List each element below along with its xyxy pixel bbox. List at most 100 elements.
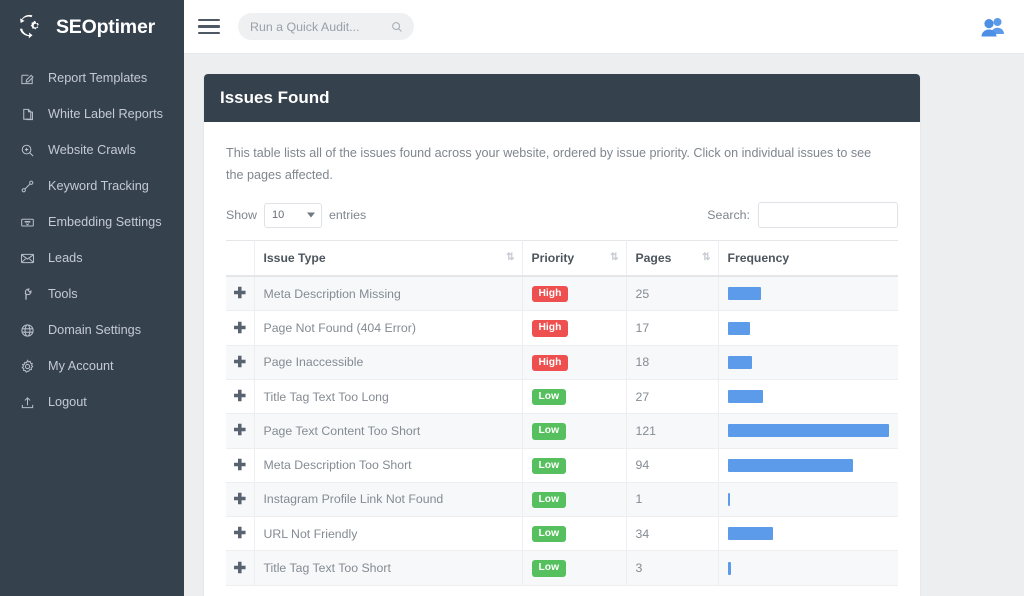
cell-pages: 27 (626, 379, 718, 413)
trend-line-icon (18, 177, 36, 195)
status-badge: Low (532, 560, 567, 576)
sidebar-item-domain-settings[interactable]: Domain Settings (0, 312, 184, 348)
topbar (184, 0, 1024, 54)
card-body: This table lists all of the issues found… (204, 122, 920, 596)
cell-frequency (718, 482, 898, 516)
expand-row-button[interactable]: ✚ (226, 345, 254, 379)
cell-pages: 1 (626, 482, 718, 516)
cell-frequency (718, 311, 898, 345)
table-head: Issue Type ⇅ Priority ⇅ Pages ⇅ (226, 241, 898, 277)
cell-priority: High (522, 311, 626, 345)
page-size-select[interactable]: 102550100 (265, 204, 321, 227)
table-row[interactable]: ✚Meta Description Too ShortLow94 (226, 448, 898, 482)
sidebar-item-embedding-settings[interactable]: Embedding Settings (0, 204, 184, 240)
show-label: Show (226, 208, 257, 222)
sidebar-item-report-templates[interactable]: Report Templates (0, 60, 184, 96)
cell-pages: 25 (626, 276, 718, 311)
cell-frequency (718, 517, 898, 551)
frequency-bar (728, 287, 762, 300)
frequency-bar (728, 356, 752, 369)
sidebar-item-label: My Account (48, 359, 114, 373)
sidebar-item-website-crawls[interactable]: Website Crawls (0, 132, 184, 168)
table-row[interactable]: ✚Meta Description Missing High 25 (226, 276, 898, 311)
status-badge: Low (532, 458, 567, 474)
sidebar-item-tools[interactable]: Tools (0, 276, 184, 312)
cell-pages: 94 (626, 448, 718, 482)
column-label: Priority (532, 251, 575, 265)
plus-icon: ✚ (233, 560, 246, 577)
expand-row-button[interactable]: ✚ (226, 311, 254, 345)
cell-issue-type: Page Not Found (404 Error) (254, 311, 522, 345)
table-row[interactable]: ✚Title Tag Text Too Long Low 27 (226, 379, 898, 413)
column-header-issue-type[interactable]: Issue Type ⇅ (254, 241, 522, 277)
people-icon[interactable] (980, 16, 1006, 38)
cell-priority: Low (522, 517, 626, 551)
edit-document-icon (18, 69, 36, 87)
brand-logo-block[interactable]: SEOptimer (0, 0, 184, 54)
sidebar-item-leads[interactable]: Leads (0, 240, 184, 276)
expand-row-button[interactable]: ✚ (226, 551, 254, 585)
table-row[interactable]: ✚URL Not FriendlyLow34 (226, 517, 898, 551)
plus-icon: ✚ (233, 525, 246, 542)
sidebar: SEOptimer Report Templates White Label R… (0, 0, 184, 596)
app-root: SEOptimer Report Templates White Label R… (0, 0, 1024, 596)
content-area: Issues Found This table lists all of the… (184, 54, 1024, 596)
sidebar-item-white-label-reports[interactable]: White Label Reports (0, 96, 184, 132)
search-icon (391, 21, 403, 33)
show-entries-control: Show 102550100 entries (226, 203, 366, 228)
table-row[interactable]: ✚Page Not Found (404 Error)High17 (226, 311, 898, 345)
status-badge: High (532, 286, 569, 302)
column-label: Pages (636, 251, 672, 265)
cell-priority: Low (522, 448, 626, 482)
status-badge: Low (532, 389, 567, 405)
expand-row-button[interactable]: ✚ (226, 414, 254, 448)
sort-updown-icon: ⇅ (702, 253, 709, 263)
cell-issue-type: Title Tag Text Too Short (254, 551, 522, 585)
cell-frequency (718, 379, 898, 413)
frequency-bar (728, 562, 731, 575)
table-description: This table lists all of the issues found… (226, 142, 876, 186)
expand-row-button[interactable]: ✚ (226, 482, 254, 516)
status-badge: Low (532, 423, 567, 439)
plus-icon: ✚ (233, 491, 246, 508)
quick-audit-search[interactable] (238, 13, 414, 40)
table-row[interactable]: ✚Instagram Profile Link Not FoundLow1 (226, 482, 898, 516)
table-controls: Show 102550100 entries Search: (226, 202, 898, 228)
page-title: Issues Found (220, 88, 330, 108)
expand-row-button[interactable]: ✚ (226, 276, 254, 311)
seoptimer-logo-icon (18, 14, 48, 40)
expand-row-button[interactable]: ✚ (226, 448, 254, 482)
envelope-icon (18, 249, 36, 267)
sidebar-item-my-account[interactable]: My Account (0, 348, 184, 384)
cell-issue-type: Title Tag Text Too Long (254, 379, 522, 413)
frequency-bar (728, 459, 854, 472)
frequency-bar (728, 390, 764, 403)
sort-updown-icon: ⇅ (506, 253, 513, 263)
expand-row-button[interactable]: ✚ (226, 379, 254, 413)
column-header-pages[interactable]: Pages ⇅ (626, 241, 718, 277)
table-row[interactable]: ✚Page Text Content Too ShortLow121 (226, 414, 898, 448)
plus-icon: ✚ (233, 457, 246, 474)
table-row[interactable]: ✚Page InaccessibleHigh18 (226, 345, 898, 379)
cell-issue-type: Meta Description Missing (254, 276, 522, 311)
sidebar-item-keyword-tracking[interactable]: Keyword Tracking (0, 168, 184, 204)
cell-frequency (718, 276, 898, 311)
sidebar-item-label: Keyword Tracking (48, 179, 149, 193)
entries-label: entries (329, 208, 366, 222)
column-header-priority[interactable]: Priority ⇅ (522, 241, 626, 277)
cell-pages: 18 (626, 345, 718, 379)
status-badge: Low (532, 526, 567, 542)
page-size-select-wrapper[interactable]: 102550100 (264, 203, 322, 228)
cell-pages: 3 (626, 551, 718, 585)
table-search-input[interactable] (758, 202, 898, 228)
hamburger-icon[interactable] (198, 16, 220, 38)
cell-priority: Low (522, 482, 626, 516)
expand-row-button[interactable]: ✚ (226, 517, 254, 551)
table-row[interactable]: ✚ Title Tag Text Too Short Low 3 (226, 551, 898, 585)
wrench-icon (18, 285, 36, 303)
search-plus-icon (18, 141, 36, 159)
sidebar-item-logout[interactable]: Logout (0, 384, 184, 420)
column-header-frequency: Frequency (718, 241, 898, 277)
frequency-bar (728, 322, 751, 335)
search-input[interactable] (250, 20, 380, 34)
